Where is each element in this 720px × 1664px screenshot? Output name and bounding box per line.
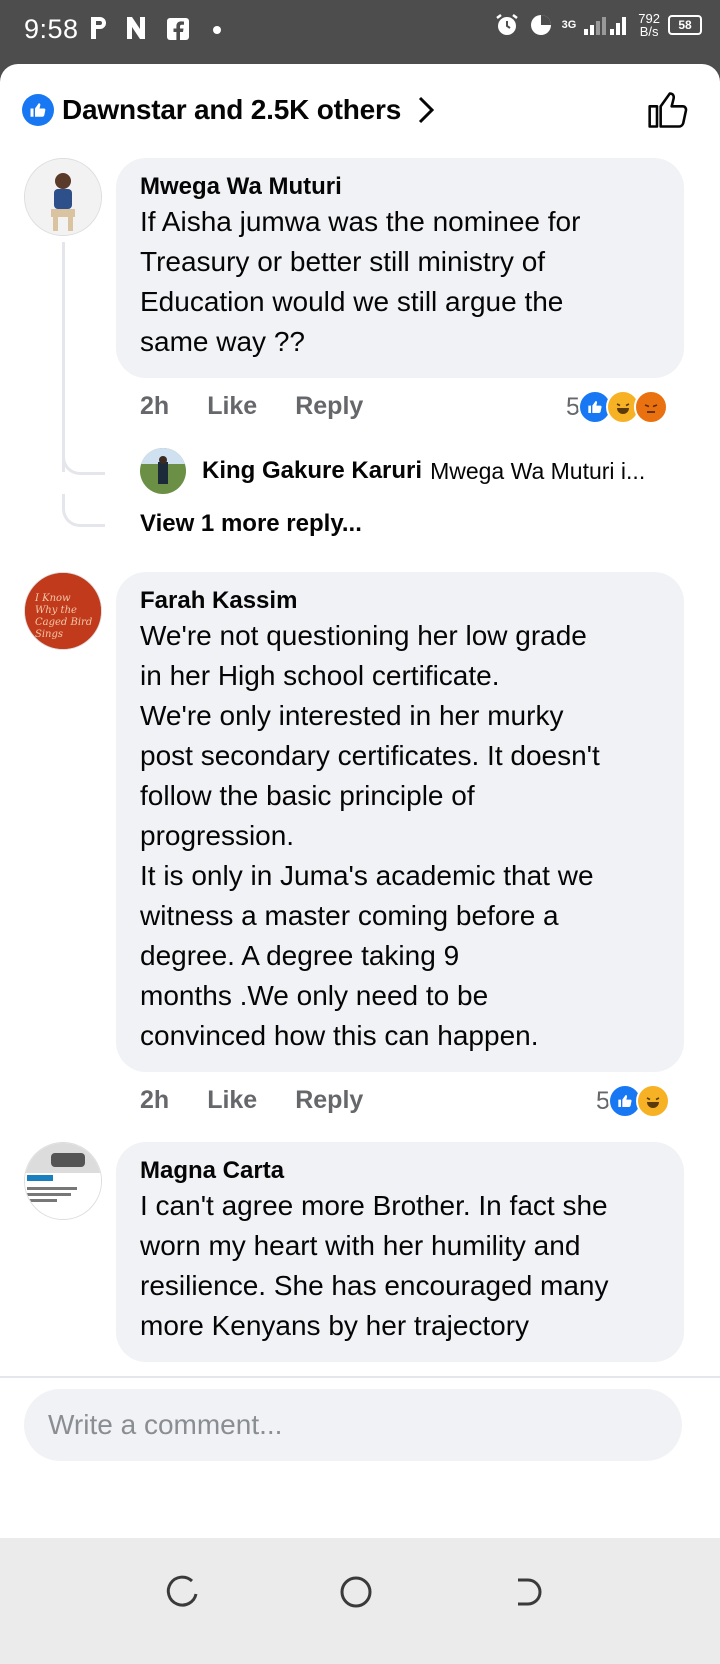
reply-button[interactable]: Reply bbox=[295, 1086, 363, 1115]
home-icon[interactable] bbox=[336, 1572, 376, 1612]
battery-icon: 58 bbox=[668, 15, 702, 35]
notification-icons bbox=[88, 14, 222, 45]
dot-icon bbox=[212, 26, 221, 34]
avatar[interactable] bbox=[24, 158, 102, 236]
like-button[interactable]: Like bbox=[207, 1086, 257, 1115]
comment-time: 2h bbox=[140, 1086, 170, 1114]
comment-bubble[interactable]: Magna Carta I can't agree more Brother. … bbox=[116, 1142, 684, 1362]
comment-actions: 2h Like Reply bbox=[140, 1086, 363, 1115]
chevron-right-icon bbox=[419, 96, 435, 124]
reactions-summary-link[interactable]: Dawnstar and 2.5K others bbox=[22, 90, 435, 130]
reaction-count[interactable]: 5 bbox=[566, 390, 668, 424]
comment-time: 2h bbox=[140, 392, 170, 420]
reactions-summary-text: Dawnstar and 2.5K others bbox=[62, 94, 402, 125]
thread-line bbox=[62, 242, 65, 472]
reply-button[interactable]: Reply bbox=[295, 392, 363, 421]
comment-bubble[interactable]: Mwega Wa Muturi If Aisha jumwa was the n… bbox=[116, 158, 684, 378]
avatar[interactable]: I Know Why the Caged Bird Sings bbox=[24, 572, 102, 650]
android-nav-bar bbox=[0, 1538, 720, 1664]
comment-actions: 2h Like Reply bbox=[140, 392, 363, 421]
comment-author[interactable]: Farah Kassim bbox=[140, 586, 660, 616]
angry-reaction-icon bbox=[633, 390, 668, 424]
speed-unit: B/s bbox=[639, 24, 659, 39]
recent-apps-icon[interactable] bbox=[164, 1572, 204, 1612]
n-app-icon bbox=[127, 17, 146, 39]
signal-icon bbox=[584, 17, 627, 35]
alarm-icon bbox=[495, 14, 518, 35]
back-icon[interactable] bbox=[508, 1572, 548, 1612]
comments-sheet: Dawnstar and 2.5K others Mwega Wa Muturi… bbox=[0, 64, 720, 1664]
thread-connector bbox=[62, 444, 105, 475]
p-app-icon bbox=[91, 17, 106, 39]
comment-author[interactable]: Magna Carta bbox=[140, 1156, 660, 1186]
svg-text:Caged Bird: Caged Bird bbox=[35, 617, 92, 628]
reaction-count[interactable]: 5 bbox=[596, 1084, 670, 1118]
comment-text: We're not questioning her low grade in h… bbox=[140, 620, 600, 1051]
comment-input[interactable]: Write a comment... bbox=[24, 1389, 682, 1461]
svg-text:Why the: Why the bbox=[35, 605, 77, 616]
like-reaction-icon bbox=[22, 94, 54, 126]
status-time: 9:58 bbox=[24, 14, 79, 44]
avatar[interactable] bbox=[140, 448, 186, 494]
data-saver-icon bbox=[530, 15, 551, 35]
divider bbox=[0, 1376, 720, 1378]
reply-preview[interactable]: King Gakure Karuri Mwega Wa Muturi i... bbox=[140, 448, 645, 494]
status-bar: 9:58 3G 792 B/s 58 bbox=[0, 0, 720, 64]
network-gen: 3G bbox=[561, 19, 577, 31]
comment-author[interactable]: Mwega Wa Muturi bbox=[140, 172, 660, 202]
comment-bubble[interactable]: Farah Kassim We're not questioning her l… bbox=[116, 572, 684, 1072]
like-button[interactable]: Like bbox=[207, 392, 257, 421]
like-post-icon[interactable] bbox=[646, 88, 690, 132]
reply-author[interactable]: King Gakure Karuri bbox=[202, 457, 422, 485]
comment-text: If Aisha jumwa was the nominee for Treas… bbox=[140, 206, 581, 357]
network-speed: 792 B/s bbox=[638, 12, 660, 38]
comment-text: I can't agree more Brother. In fact she … bbox=[140, 1190, 609, 1341]
thread-connector bbox=[62, 494, 105, 527]
haha-reaction-icon bbox=[635, 1084, 670, 1118]
facebook-app-icon bbox=[167, 18, 190, 40]
reply-snippet: Mwega Wa Muturi i... bbox=[430, 457, 646, 484]
svg-text:Sings: Sings bbox=[35, 629, 63, 640]
avatar[interactable] bbox=[24, 1142, 102, 1220]
avatar-text-line: I Know bbox=[34, 593, 71, 604]
view-more-replies-link[interactable]: View 1 more reply... bbox=[140, 510, 362, 538]
